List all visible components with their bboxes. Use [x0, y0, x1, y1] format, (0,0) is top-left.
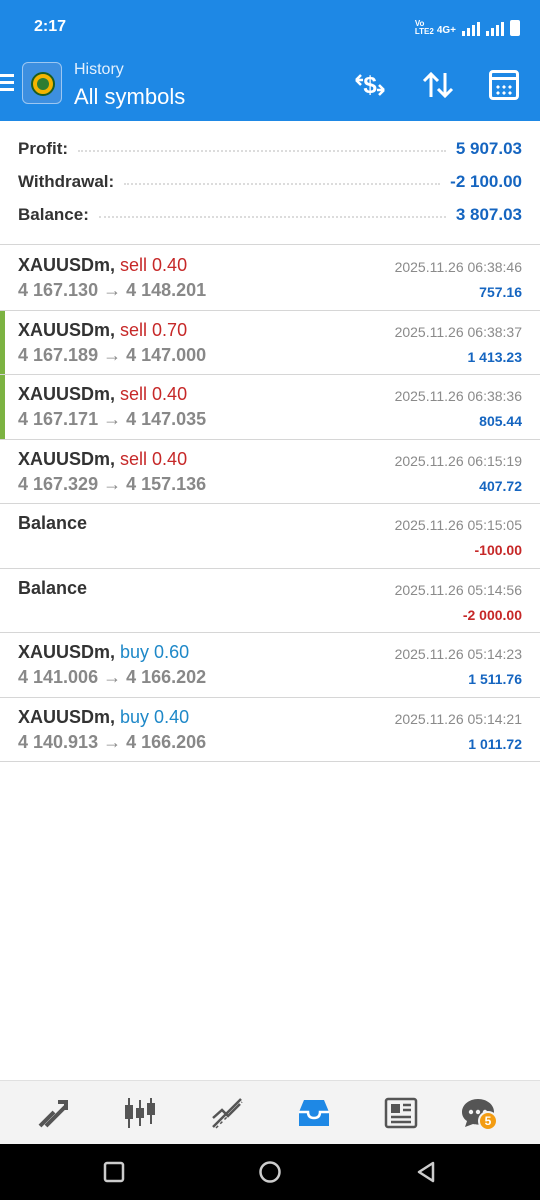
back-icon[interactable]: [414, 1160, 438, 1184]
news-icon[interactable]: [381, 1093, 421, 1133]
deal-side: sell 0.70: [120, 319, 188, 340]
deal-prices: 4 167.329 → 4 157.136: [18, 473, 207, 494]
signal-2-icon: [486, 22, 504, 36]
trade-arrows-icon[interactable]: [33, 1093, 73, 1133]
app-bar: History All symbols $: [0, 56, 540, 121]
deal-datetime: 2025.11.26 06:15:19: [394, 452, 522, 469]
deal-datetime: 2025.11.26 05:14:56: [394, 581, 522, 598]
candlestick-icon[interactable]: [120, 1093, 160, 1133]
deal-side: buy 0.60: [120, 642, 190, 662]
system-nav-bar: [0, 1144, 540, 1200]
status-time: 2:17: [34, 18, 67, 35]
profit-row: Profit: 5 907.03: [18, 134, 522, 164]
chat-icon[interactable]: 5: [458, 1093, 498, 1133]
deal-datetime: 2025.11.26 05:14:21: [394, 710, 522, 727]
deal-amount: 1 011.72: [468, 735, 522, 752]
deal-symbol: XAUUSDm,: [18, 255, 116, 275]
deal-datetime: 2025.11.26 05:15:05: [394, 517, 522, 533]
deal-row[interactable]: XAUUSDm, sell 0.40 4 167.130 → 4 148.201…: [0, 246, 540, 311]
deal-datetime: 2025.11.26 06:38:37: [394, 323, 522, 340]
deal-prices: 4 140.913 → 4 166.206: [18, 731, 207, 752]
volte-indicator: Vo LTE2: [414, 19, 434, 36]
deal-symbol: XAUUSDm,: [18, 319, 116, 340]
sort-icon[interactable]: [420, 68, 456, 102]
withdrawal-label: Withdrawal:: [18, 172, 115, 191]
deal-prices: 4 167.189 → 4 147.000: [18, 344, 207, 365]
chart-line-icon[interactable]: [207, 1093, 247, 1133]
battery-icon: [510, 20, 520, 36]
profit-value: 5 907.03: [455, 139, 522, 158]
deal-symbol: XAUUSDm,: [18, 642, 116, 662]
deal-amount: 407.72: [479, 477, 522, 494]
deal-prices: 4 167.130 → 4 148.201: [18, 280, 207, 300]
deal-datetime: 2025.11.26 06:38:46: [394, 259, 522, 275]
home-icon[interactable]: [258, 1160, 282, 1184]
history-list: XAUUSDm, sell 0.40 4 167.130 → 4 148.201…: [0, 246, 540, 762]
top-bar: 2:17 Vo LTE2 4G+ History All symbols $: [0, 0, 540, 121]
menu-icon[interactable]: [0, 74, 16, 94]
deal-amount: -100.00: [474, 542, 522, 558]
page-title[interactable]: All symbols: [74, 84, 185, 110]
page-subtitle: History: [74, 61, 124, 78]
leader-dots: [78, 150, 446, 152]
network-type: 4G+: [436, 25, 456, 36]
deal-symbol: Balance: [18, 513, 88, 533]
deal-prices: 4 141.006 → 4 166.202: [18, 667, 207, 687]
calendar-icon[interactable]: [486, 68, 522, 102]
deal-side: sell 0.40: [120, 448, 188, 469]
deal-amount: 1 413.23: [467, 348, 523, 365]
bottom-nav: 5: [0, 1080, 540, 1144]
profit-label: Profit:: [18, 139, 69, 158]
deal-symbol: XAUUSDm,: [18, 448, 116, 469]
deal-row[interactable]: XAUUSDm, sell 0.40 4 167.171 → 4 147.035…: [0, 375, 540, 440]
deal-prices: 4 167.171 → 4 147.035: [18, 409, 207, 429]
balance-row: Balance: 3 807.03: [18, 200, 522, 230]
balance-row[interactable]: Balance 2025.11.26 05:15:05 -100.00: [0, 504, 540, 569]
inbox-history-icon[interactable]: [294, 1093, 334, 1133]
summary-panel: Profit: 5 907.03 Withdrawal: -2 100.00 B…: [0, 121, 540, 245]
signal-icon: [462, 22, 480, 36]
deal-row[interactable]: XAUUSDm, buy 0.40 4 140.913 → 4 166.206 …: [0, 698, 540, 762]
deal-row[interactable]: XAUUSDm, sell 0.40 4 167.329 → 4 157.136…: [0, 440, 540, 504]
balance-row[interactable]: Balance 2025.11.26 05:14:56 -2 000.00: [0, 569, 540, 633]
status-icons: Vo LTE2 4G+: [415, 20, 520, 36]
balance-value: 3 807.03: [455, 205, 522, 224]
deal-amount: 1 511.76: [468, 671, 522, 687]
deal-row[interactable]: XAUUSDm, buy 0.60 4 141.006 → 4 166.202 …: [0, 633, 540, 698]
chat-badge: 5: [478, 1111, 498, 1131]
deal-symbol: Balance: [18, 577, 88, 598]
deal-datetime: 2025.11.26 06:38:36: [394, 388, 522, 404]
deal-datetime: 2025.11.26 05:14:23: [394, 646, 522, 662]
deal-side: buy 0.40: [120, 706, 190, 727]
recent-apps-icon[interactable]: [102, 1160, 126, 1184]
deal-side: sell 0.40: [120, 384, 188, 404]
deal-symbol: XAUUSDm,: [18, 706, 116, 727]
leader-dots: [124, 183, 441, 185]
status-bar: 2:17 Vo LTE2 4G+: [0, 0, 540, 56]
svg-text:$: $: [363, 72, 377, 99]
deal-amount: 805.44: [479, 413, 522, 429]
deal-side: sell 0.40: [120, 255, 188, 275]
deal-symbol: XAUUSDm,: [18, 384, 116, 404]
deal-amount: -2 000.00: [462, 606, 522, 623]
app-logo: [22, 62, 62, 104]
leader-dots: [98, 216, 446, 218]
balance-label: Balance:: [18, 205, 89, 224]
dollar-exchange-icon[interactable]: $: [352, 68, 388, 102]
withdrawal-value: -2 100.00: [450, 172, 522, 191]
deal-row[interactable]: XAUUSDm, sell 0.70 4 167.189 → 4 147.000…: [0, 310, 540, 375]
withdrawal-row: Withdrawal: -2 100.00: [18, 167, 522, 197]
deal-amount: 757.16: [479, 284, 522, 300]
